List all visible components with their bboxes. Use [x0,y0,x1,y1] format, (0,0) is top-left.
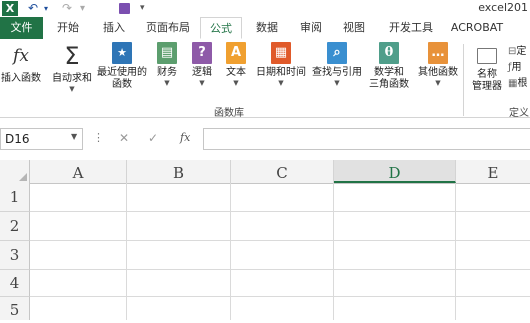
formula-input[interactable] [203,128,530,150]
chevron-down-icon: ▼ [334,79,340,87]
tab-file[interactable]: 文件 [0,17,43,39]
tab-home[interactable]: 开始 [53,17,83,39]
undo-dropdown-icon[interactable]: ▾ [44,0,48,17]
window-title: excel201 [478,1,528,14]
enter-icon[interactable]: ✓ [148,131,158,145]
text-book-icon: A [226,42,246,64]
recently-used-button[interactable]: ★ 最近使用的 函数 [94,42,150,91]
lookup-reference-label: 查找与引用 [312,67,362,78]
use-in-formula-item[interactable]: ƒ用 [508,60,527,76]
function-library-group-label: 函数库 [214,108,244,119]
define-names-group: ⊟定 ƒ用 ▦根 [508,44,527,92]
name-box-dropdown-icon[interactable]: ▼ [71,132,77,141]
financial-button[interactable]: ▤ 财务 ▼ [152,42,182,88]
ribbon-group-divider [463,44,464,116]
name-tag-icon [477,48,497,64]
fx-icon: fx [13,46,29,66]
financial-label: 财务 [157,67,177,78]
chevron-down-icon: ▼ [199,79,205,87]
excel-logo-icon: X [2,1,18,16]
autosum-button[interactable]: Σ 自动求和 ▼ [50,42,94,94]
calendar-book-icon: ▦ [271,42,291,64]
chevron-down-icon: ▼ [233,79,239,87]
column-header-a[interactable]: A [30,160,127,183]
more-book-icon: … [428,42,448,64]
math-trig-label-2: 三角函数 [369,79,409,90]
theta-book-icon: θ [379,42,399,64]
text-label: 文本 [226,67,246,78]
select-all-corner[interactable] [0,160,30,183]
redo-dropdown-icon[interactable]: ▾ [80,0,85,17]
date-time-button[interactable]: ▦ 日期和时间 ▼ [255,42,307,88]
row-header-3[interactable]: 3 [0,241,30,270]
row-header-2[interactable]: 2 [0,212,30,241]
name-manager-label-1: 名称 [477,69,497,80]
save-icon[interactable] [119,3,130,14]
more-functions-label: 其他函数 [418,67,458,78]
chevron-down-icon: ▼ [278,79,284,87]
insert-function-label: 插入函数 [1,73,41,84]
chevron-down-icon: ▼ [435,79,441,87]
math-trig-button[interactable]: θ 数学和 三角函数 [364,42,414,91]
select-all-triangle-icon [19,173,27,181]
math-trig-label-1: 数学和 [374,67,404,78]
tab-review[interactable]: 审阅 [296,17,326,39]
sigma-icon: Σ [64,42,80,70]
undo-icon[interactable]: ↶ [28,0,38,17]
defined-names-group-label: 定义 [509,108,529,119]
column-header-c[interactable]: C [231,160,334,183]
magnifier-book-icon: ⌕ [327,42,347,64]
financial-icon: ▤ [157,42,177,64]
autosum-label: 自动求和 [52,73,92,84]
column-header-e[interactable]: E [456,160,530,183]
cancel-icon[interactable]: ✕ [119,131,129,145]
tab-data[interactable]: 数据 [252,17,282,39]
tab-formulas[interactable]: 公式 [200,17,242,39]
column-header-b[interactable]: B [127,160,231,183]
question-book-icon: ? [192,42,212,64]
insert-function-button[interactable]: fx 插入函数 [0,42,42,85]
more-functions-button[interactable]: … 其他函数 ▼ [415,42,461,88]
row-header-5[interactable]: 5 [0,297,30,320]
name-manager-button[interactable]: 名称 管理器 [466,42,508,93]
formula-bar-grip-icon[interactable]: ⋮ [93,131,104,144]
recently-used-label-2: 函数 [112,79,132,90]
lookup-reference-button[interactable]: ⌕ 查找与引用 ▼ [310,42,364,88]
create-from-selection-item[interactable]: ▦根 [508,76,527,92]
text-button[interactable]: A 文本 ▼ [222,42,250,88]
redo-icon[interactable]: ↷ [62,0,72,17]
row-header-1[interactable]: 1 [0,183,30,212]
chevron-down-icon: ▼ [69,85,75,93]
customize-qat-icon[interactable]: ▾ [140,0,145,17]
define-name-item[interactable]: ⊟定 [508,44,527,60]
name-manager-label-2: 管理器 [472,81,502,92]
tab-developer[interactable]: 开发工具 [387,17,435,39]
row-header-4[interactable]: 4 [0,270,30,297]
logical-label: 逻辑 [192,67,212,78]
tab-insert[interactable]: 插入 [99,17,129,39]
recently-used-label-1: 最近使用的 [97,67,147,78]
tab-page-layout[interactable]: 页面布局 [143,17,193,39]
chevron-down-icon: ▼ [164,79,170,87]
date-time-label: 日期和时间 [256,67,306,78]
tab-acrobat[interactable]: ACROBAT [448,17,506,39]
tab-view[interactable]: 视图 [339,17,369,39]
worksheet-cells[interactable] [30,183,530,320]
column-header-d[interactable]: D [334,160,456,183]
logical-button[interactable]: ? 逻辑 ▼ [188,42,216,88]
fx-icon[interactable]: fx [180,131,190,144]
star-book-icon: ★ [112,42,132,64]
